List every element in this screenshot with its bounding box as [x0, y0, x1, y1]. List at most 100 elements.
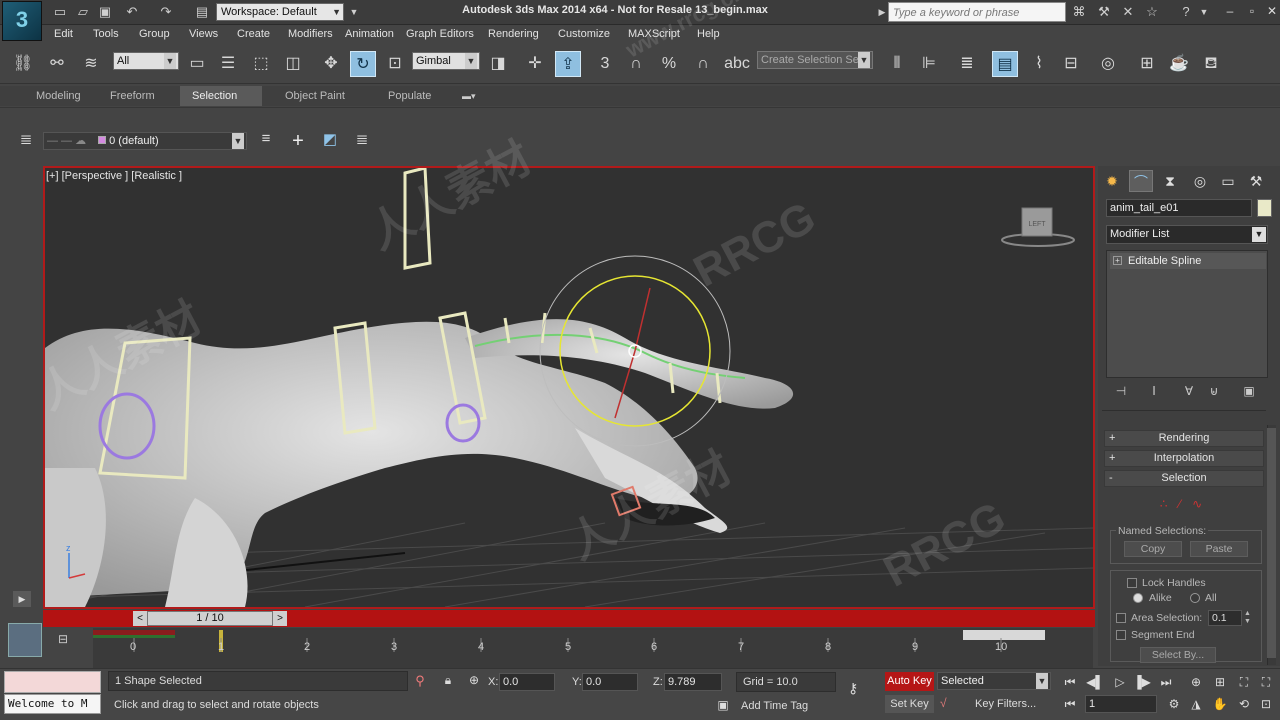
maximize-viewport-icon[interactable]: ⊡ [1256, 695, 1276, 713]
orbit-icon[interactable]: ⟲ [1234, 695, 1254, 713]
paste-button[interactable]: Paste [1190, 541, 1248, 557]
select-layer-icon[interactable]: ◩ [318, 130, 342, 154]
menu-edit[interactable]: Edit [54, 28, 73, 40]
menu-tools[interactable]: Tools [93, 28, 119, 40]
close-icon[interactable]: ✕ [1264, 4, 1280, 20]
time-slider[interactable]: 1 / 10 [147, 611, 273, 626]
binoculars-icon[interactable]: ⌘ [1071, 4, 1087, 20]
motion-tab-icon[interactable]: ◎ [1188, 170, 1212, 192]
curve-editor-icon[interactable]: ⌇ [1026, 51, 1052, 77]
create-tab-icon[interactable]: ✹ [1100, 170, 1124, 192]
sub-object-level-icons[interactable]: ∴ ⁄ ∿ [1148, 497, 1218, 513]
communication-icon[interactable]: ✕ [1120, 4, 1136, 20]
workspace-dropdown[interactable]: Workspace: Default ▼ [216, 3, 344, 21]
time-tag-icon[interactable]: ▣ [714, 698, 732, 714]
edit-named-selection-icon[interactable]: abc [724, 51, 750, 77]
menu-help[interactable]: Help [697, 28, 720, 40]
hierarchy-tab-icon[interactable]: ⧗ [1158, 170, 1182, 192]
key-tangent-icon[interactable]: √ [940, 696, 960, 712]
segment-end-checkbox[interactable] [1116, 630, 1126, 640]
search-input[interactable]: Type a keyword or phrase [888, 2, 1066, 22]
render-setup-icon[interactable]: ⊞ [1134, 51, 1160, 77]
window-crossing-icon[interactable]: ◫ [280, 51, 306, 77]
viewport-label[interactable]: [+] [Perspective ] [Realistic ] [46, 170, 182, 182]
open-folder-icon[interactable]: ▱ [75, 4, 91, 20]
set-key-button[interactable]: Set Key [885, 695, 934, 713]
menu-maxscript[interactable]: MAXScript [628, 28, 680, 40]
object-color-swatch[interactable] [1257, 199, 1272, 217]
mirror-icon[interactable]: ⫴ [884, 51, 910, 77]
undo-icon[interactable]: ↶ [124, 4, 140, 20]
new-file-icon[interactable]: ▭ [52, 4, 68, 20]
ribbon-tab-freeform[interactable]: Freeform [98, 86, 167, 106]
key-mode-dropdown[interactable]: Selected ▼ [937, 672, 1051, 690]
expand-plus-icon[interactable]: + [1113, 256, 1122, 265]
named-selection-dropdown[interactable]: Create Selection Se ▼ [757, 51, 873, 69]
field-of-view-icon[interactable]: ◮ [1186, 695, 1206, 713]
current-frame-field[interactable]: 1 [1085, 695, 1157, 713]
ribbon-tab-selection[interactable]: Selection [180, 86, 262, 106]
app-menu-button[interactable]: 3 [2, 1, 42, 41]
x-coordinate-field[interactable]: 0.0 [499, 673, 555, 691]
ribbon-tab-modeling[interactable]: Modeling [24, 86, 93, 106]
help-icon[interactable]: ? [1178, 4, 1194, 20]
pin-stack-icon[interactable]: ⊣ [1112, 384, 1130, 402]
viewcube[interactable]: LEFT [1001, 207, 1075, 247]
maxscript-listener-mini[interactable] [4, 671, 101, 693]
zoom-extents-icon[interactable]: ⛶ [1234, 673, 1254, 691]
menu-graph-editors[interactable]: Graph Editors [406, 28, 474, 40]
copy-button[interactable]: Copy [1124, 541, 1182, 557]
scrollbar-thumb[interactable] [1267, 428, 1276, 658]
menu-modifiers[interactable]: Modifiers [288, 28, 333, 40]
menu-group[interactable]: Group [139, 28, 170, 40]
menu-create[interactable]: Create [237, 28, 270, 40]
ribbon-tab-object-paint[interactable]: Object Paint [273, 86, 357, 106]
layer-manager-icon[interactable]: ≣ [14, 130, 38, 154]
toggle-ribbon-icon[interactable]: ▤ [992, 51, 1018, 77]
percent-snap-icon[interactable]: % [656, 51, 682, 77]
all-radio[interactable] [1190, 593, 1200, 603]
minimize-icon[interactable]: – [1222, 4, 1238, 20]
remove-modifier-icon[interactable]: ⊌ [1205, 384, 1223, 402]
zoom-icon[interactable]: ⊕ [1186, 673, 1206, 691]
perspective-viewport[interactable]: LEFT z [43, 166, 1095, 609]
show-end-result-icon[interactable]: Ⅰ [1145, 384, 1163, 402]
isolate-selection-icon[interactable]: ⚲ [412, 673, 428, 689]
scale-icon[interactable]: ⊡ [382, 51, 408, 77]
angle-snap-icon[interactable]: ∩ [623, 51, 649, 77]
link-icon[interactable]: ⛓ [10, 51, 36, 77]
menu-animation[interactable]: Animation [345, 28, 394, 40]
qa-customize-icon[interactable]: ▼ [346, 4, 362, 20]
viewport-nav-expand-icon[interactable]: ▶ [13, 591, 31, 607]
key-mode-toggle-icon[interactable]: ⏮ [1060, 695, 1080, 713]
select-manipulate-icon[interactable]: ✛ [522, 51, 548, 77]
set-key-key-icon[interactable]: ⚷ [848, 680, 874, 696]
render-frame-icon[interactable]: ☕ [1166, 51, 1192, 77]
move-icon[interactable]: ✥ [318, 51, 344, 77]
z-coordinate-field[interactable]: 9.789 [664, 673, 722, 691]
absolute-offset-icon[interactable]: ⊕ [466, 673, 482, 689]
snaps-toggle-icon[interactable]: 3 [592, 51, 618, 77]
ribbon-tab-populate[interactable]: Populate [376, 86, 443, 106]
layer-dropdown[interactable]: — — ☁ 0 (default) ▼ [43, 132, 247, 150]
selection-lock-icon[interactable]: 🔒︎ [440, 673, 456, 689]
go-to-start-icon[interactable]: ⏮ [1060, 673, 1080, 691]
bind-space-warp-icon[interactable]: ≋ [78, 51, 104, 77]
set-current-layer-icon[interactable]: ≣ [350, 130, 374, 154]
go-to-end-icon[interactable]: ⏭ [1156, 673, 1176, 691]
track-bar[interactable] [93, 628, 1093, 668]
alike-radio[interactable] [1133, 593, 1143, 603]
object-name-field[interactable]: anim_tail_e01 [1106, 199, 1252, 217]
next-frame-icon[interactable]: ▐▶ [1132, 673, 1152, 691]
mini-curve-editor-icon[interactable] [8, 623, 42, 657]
rollout-interpolation[interactable]: + Interpolation [1104, 450, 1264, 467]
play-icon[interactable]: ▷ [1110, 673, 1130, 691]
zoom-extents-all-icon[interactable]: ⛶ [1256, 673, 1276, 691]
selection-filter-dropdown[interactable]: All ▼ [113, 52, 179, 70]
layer-explorer-icon[interactable]: ≣ [954, 51, 980, 77]
modify-tab-icon[interactable]: ⌒ [1129, 170, 1153, 192]
create-layer-icon[interactable]: ≡ [254, 130, 278, 154]
rollout-selection[interactable]: - Selection [1104, 470, 1264, 487]
rollout-rendering[interactable]: + Rendering [1104, 430, 1264, 447]
configure-modifier-sets-icon[interactable]: ▣ [1240, 384, 1258, 402]
